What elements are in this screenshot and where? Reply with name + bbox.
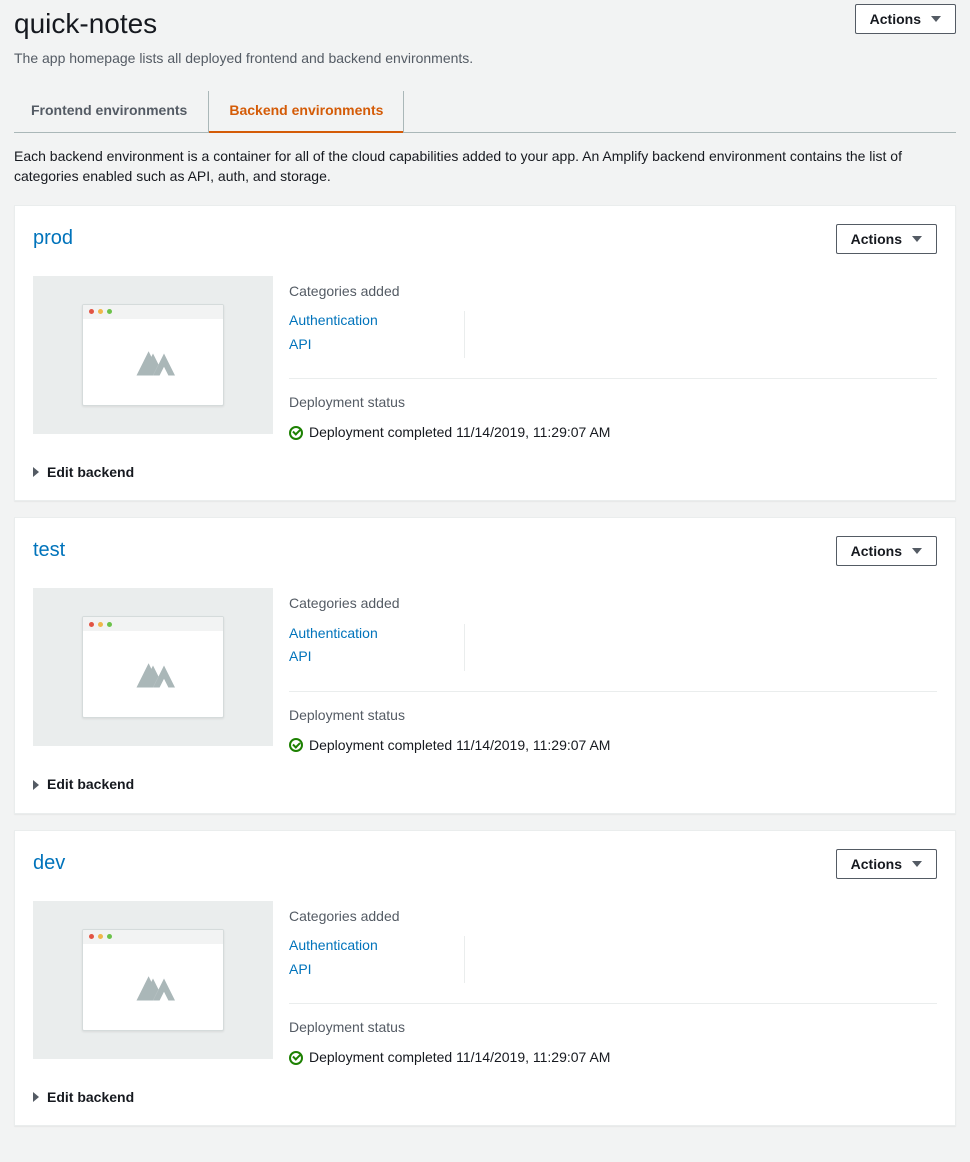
categories-added-label: Categories added bbox=[289, 282, 937, 302]
environment-actions-label: Actions bbox=[851, 856, 902, 872]
page-actions-label: Actions bbox=[870, 11, 921, 27]
caret-down-icon bbox=[912, 861, 922, 867]
environment-card: dev Actions bbox=[14, 830, 956, 1127]
environment-name-link[interactable]: test bbox=[33, 536, 65, 564]
category-authentication-link[interactable]: Authentication bbox=[289, 936, 444, 956]
deployment-status-text: Deployment completed 11/14/2019, 11:29:0… bbox=[309, 736, 610, 756]
window-dot-red-icon bbox=[89, 934, 94, 939]
success-check-icon bbox=[289, 426, 303, 440]
window-dot-green-icon bbox=[107, 934, 112, 939]
environment-actions-button[interactable]: Actions bbox=[836, 536, 937, 566]
deployment-status-label: Deployment status bbox=[289, 1018, 937, 1038]
edit-backend-toggle[interactable]: Edit backend bbox=[33, 463, 937, 483]
success-check-icon bbox=[289, 738, 303, 752]
deployment-status-label: Deployment status bbox=[289, 393, 937, 413]
environment-thumbnail bbox=[33, 276, 273, 434]
environment-actions-label: Actions bbox=[851, 543, 902, 559]
caret-right-icon bbox=[33, 467, 39, 477]
environment-card: test Actions bbox=[14, 517, 956, 814]
environment-actions-label: Actions bbox=[851, 231, 902, 247]
page-actions-button[interactable]: Actions bbox=[855, 4, 956, 34]
category-authentication-link[interactable]: Authentication bbox=[289, 311, 444, 331]
categories-added-label: Categories added bbox=[289, 594, 937, 614]
window-dot-red-icon bbox=[89, 309, 94, 314]
environment-thumbnail bbox=[33, 588, 273, 746]
window-dot-yellow-icon bbox=[98, 622, 103, 627]
environment-actions-button[interactable]: Actions bbox=[836, 224, 937, 254]
environment-card: prod Actions bbox=[14, 205, 956, 502]
edit-backend-toggle[interactable]: Edit backend bbox=[33, 775, 937, 795]
environment-actions-button[interactable]: Actions bbox=[836, 849, 937, 879]
caret-down-icon bbox=[912, 548, 922, 554]
edit-backend-label: Edit backend bbox=[47, 1088, 134, 1108]
amplify-logo-icon bbox=[125, 649, 181, 699]
caret-right-icon bbox=[33, 1092, 39, 1102]
deployment-status-label: Deployment status bbox=[289, 706, 937, 726]
window-dot-red-icon bbox=[89, 622, 94, 627]
amplify-logo-icon bbox=[125, 962, 181, 1012]
amplify-logo-icon bbox=[125, 337, 181, 387]
deployment-status-text: Deployment completed 11/14/2019, 11:29:0… bbox=[309, 423, 610, 443]
page-title: quick-notes bbox=[14, 4, 157, 43]
browser-frame-icon bbox=[82, 304, 224, 406]
caret-down-icon bbox=[912, 236, 922, 242]
tab-backend[interactable]: Backend environments bbox=[208, 91, 404, 133]
window-dot-yellow-icon bbox=[98, 934, 103, 939]
page-subtitle: The app homepage lists all deployed fron… bbox=[14, 49, 956, 69]
edit-backend-label: Edit backend bbox=[47, 775, 134, 795]
categories-added-label: Categories added bbox=[289, 907, 937, 927]
category-api-link[interactable]: API bbox=[289, 335, 444, 355]
caret-down-icon bbox=[931, 16, 941, 22]
environment-name-link[interactable]: prod bbox=[33, 224, 73, 252]
environment-name-link[interactable]: dev bbox=[33, 849, 65, 877]
tab-frontend[interactable]: Frontend environments bbox=[14, 91, 208, 133]
window-dot-green-icon bbox=[107, 309, 112, 314]
browser-frame-icon bbox=[82, 616, 224, 718]
category-api-link[interactable]: API bbox=[289, 647, 444, 667]
edit-backend-toggle[interactable]: Edit backend bbox=[33, 1088, 937, 1108]
window-dot-yellow-icon bbox=[98, 309, 103, 314]
browser-frame-icon bbox=[82, 929, 224, 1031]
deployment-status-text: Deployment completed 11/14/2019, 11:29:0… bbox=[309, 1048, 610, 1068]
tabs: Frontend environments Backend environmen… bbox=[14, 91, 956, 134]
category-authentication-link[interactable]: Authentication bbox=[289, 624, 444, 644]
edit-backend-label: Edit backend bbox=[47, 463, 134, 483]
category-api-link[interactable]: API bbox=[289, 960, 444, 980]
success-check-icon bbox=[289, 1051, 303, 1065]
caret-right-icon bbox=[33, 780, 39, 790]
window-dot-green-icon bbox=[107, 622, 112, 627]
tab-description: Each backend environment is a container … bbox=[14, 147, 956, 186]
